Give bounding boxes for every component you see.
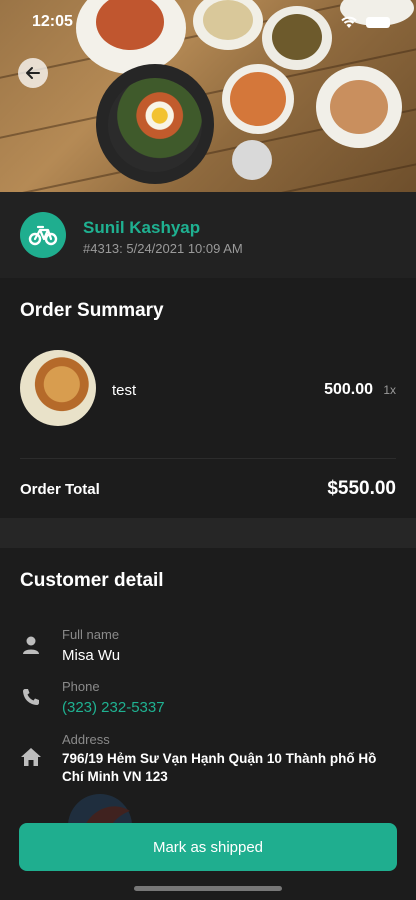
wifi-icon: [341, 16, 357, 28]
order-summary-title: Order Summary: [20, 300, 164, 321]
divider: [20, 458, 396, 459]
item-price: 500.00: [324, 381, 373, 398]
mark-as-shipped-button[interactable]: Mark as shipped: [19, 823, 397, 871]
address-value: 796/19 Hẻm Sư Vạn Hạnh Quận 10 Thành phố…: [62, 751, 377, 784]
item-thumbnail: [20, 350, 96, 426]
customer-detail-title: Customer detail: [20, 570, 164, 591]
wood-grain: [0, 150, 416, 192]
full-name-label: Full name: [62, 627, 120, 642]
section-separator: [0, 518, 416, 548]
order-total-label: Order Total: [20, 481, 100, 498]
delivery-avatar: [20, 212, 66, 258]
order-total-value: $550.00: [327, 478, 396, 499]
item-quantity: 1x: [383, 383, 396, 397]
bibimbap-food: [108, 78, 202, 172]
spoon: [232, 140, 272, 180]
order-summary-section: Order Summary test 500.00 1x Order Total…: [0, 278, 416, 518]
hero-food-image: 12:05: [0, 0, 416, 192]
person-icon: [20, 634, 42, 656]
order-header: Sunil Kashyap #4313: 5/24/2021 10:09 AM: [0, 192, 416, 278]
battery-icon: [366, 16, 390, 28]
dish-kimchi: [230, 72, 286, 126]
back-button[interactable]: [18, 58, 48, 88]
customer-name-heading: Sunil Kashyap: [83, 218, 201, 237]
home-icon: [20, 746, 42, 768]
address-label: Address: [62, 732, 110, 747]
item-name: test: [112, 382, 137, 399]
order-id-date: #4313: 5/24/2021 10:09 AM: [83, 241, 243, 256]
status-time: 12:05: [32, 13, 73, 30]
status-bar: 12:05: [0, 0, 416, 44]
home-indicator: [134, 886, 282, 891]
phone-label: Phone: [62, 679, 100, 694]
arrow-left-icon: [26, 67, 40, 79]
phone-icon: [20, 686, 42, 708]
full-name-value: Misa Wu: [62, 647, 121, 664]
status-icons: [340, 15, 390, 29]
dish-meat: [330, 80, 388, 134]
bicycle-icon: [28, 225, 58, 246]
phone-link[interactable]: (323) 232-5337: [62, 699, 165, 716]
